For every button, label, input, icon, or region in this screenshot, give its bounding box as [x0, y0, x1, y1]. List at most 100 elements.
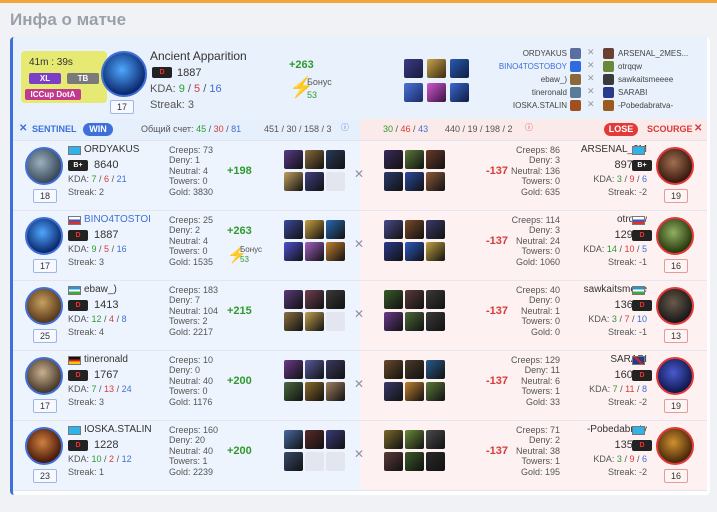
item-icon[interactable]	[305, 172, 324, 191]
item-icon[interactable]	[305, 220, 324, 239]
item-icon[interactable]	[405, 150, 424, 169]
item-icon[interactable]	[305, 242, 324, 261]
item-icon[interactable]	[384, 242, 403, 261]
item-icon[interactable]	[426, 242, 445, 261]
player-link[interactable]: IOSKA.STALIN	[513, 101, 567, 110]
item-icon[interactable]	[426, 290, 445, 309]
item-icon[interactable]	[305, 382, 324, 401]
item-icon[interactable]	[384, 360, 403, 379]
item-icon[interactable]	[450, 59, 469, 78]
player-name[interactable]: BINO4TOSTOI	[84, 214, 151, 225]
country-flag	[632, 356, 645, 365]
country-flag	[68, 286, 81, 295]
item-icon[interactable]	[384, 452, 403, 471]
player-link[interactable]: SARABI	[618, 88, 647, 97]
item-icon[interactable]	[405, 290, 424, 309]
player-link[interactable]: BINO4TOSTOBOY	[499, 62, 567, 71]
item-icon[interactable]	[284, 290, 303, 309]
item-icon[interactable]	[326, 220, 345, 239]
item-icon[interactable]	[326, 150, 345, 169]
player-link[interactable]: sawkaitsmeeee	[618, 75, 673, 84]
item-icon[interactable]	[326, 430, 345, 449]
hero-portrait-ancient-apparition[interactable]	[101, 51, 147, 97]
player-link[interactable]: tineronald	[532, 88, 567, 97]
item-icon[interactable]	[284, 360, 303, 379]
player-link[interactable]: ebaw_)	[541, 75, 567, 84]
item-icon[interactable]	[426, 430, 445, 449]
info-icon[interactable]: ⓘ	[525, 122, 533, 133]
hero-portrait[interactable]	[25, 147, 63, 185]
player-name[interactable]: tineronald	[84, 354, 128, 365]
item-icon[interactable]	[427, 59, 446, 78]
item-icon[interactable]	[305, 312, 324, 331]
player-name[interactable]: ORDYAKUS	[84, 144, 139, 155]
item-icon[interactable]	[284, 312, 303, 331]
item-icon[interactable]	[305, 360, 324, 379]
item-icon[interactable]	[384, 312, 403, 331]
item-icon[interactable]	[305, 150, 324, 169]
item-icon[interactable]	[384, 220, 403, 239]
item-icon[interactable]	[405, 172, 424, 191]
item-icon[interactable]	[405, 452, 424, 471]
item-icon[interactable]	[405, 360, 424, 379]
item-icon[interactable]	[326, 312, 345, 331]
item-icon[interactable]	[284, 242, 303, 261]
info-icon[interactable]: ⓘ	[341, 122, 349, 133]
hero-portrait[interactable]	[25, 357, 63, 395]
item-icon[interactable]	[326, 382, 345, 401]
player-name[interactable]: IOSKA.STALIN	[84, 424, 152, 435]
item-icon[interactable]	[284, 382, 303, 401]
item-icon[interactable]	[405, 312, 424, 331]
hero-portrait[interactable]	[656, 427, 694, 465]
hero-portrait[interactable]	[25, 427, 63, 465]
item-icon[interactable]	[426, 172, 445, 191]
item-icon[interactable]	[404, 83, 423, 102]
rating-loss: -137	[486, 305, 509, 317]
item-icon[interactable]	[384, 290, 403, 309]
item-icon[interactable]	[326, 360, 345, 379]
item-icon[interactable]	[405, 220, 424, 239]
item-icon[interactable]	[426, 382, 445, 401]
item-icon[interactable]	[284, 430, 303, 449]
hero-portrait[interactable]	[656, 287, 694, 325]
item-icon[interactable]	[326, 172, 345, 191]
item-icon[interactable]	[326, 242, 345, 261]
item-icon[interactable]	[404, 59, 423, 78]
rank-badge: D	[632, 230, 652, 241]
item-icon[interactable]	[426, 220, 445, 239]
item-icon[interactable]	[426, 150, 445, 169]
player-link[interactable]: -Pobedabratva-	[618, 101, 673, 110]
item-icon[interactable]	[284, 452, 303, 471]
player-link[interactable]: ORDYAKUS	[523, 49, 567, 58]
item-icon[interactable]	[426, 312, 445, 331]
item-icon[interactable]	[284, 220, 303, 239]
item-icon[interactable]	[326, 290, 345, 309]
item-icon[interactable]	[405, 382, 424, 401]
item-icon[interactable]	[384, 382, 403, 401]
hero-portrait[interactable]	[656, 147, 694, 185]
player-link[interactable]: otrqqw	[618, 62, 642, 71]
item-icon[interactable]	[384, 150, 403, 169]
bonus-value: 53	[240, 255, 249, 264]
item-icon[interactable]	[384, 172, 403, 191]
item-icon[interactable]	[405, 430, 424, 449]
player-link[interactable]: ARSENAL_2MES...	[618, 49, 688, 58]
item-icon[interactable]	[305, 290, 324, 309]
item-icon[interactable]	[326, 452, 345, 471]
item-icon[interactable]	[426, 452, 445, 471]
item-icon[interactable]	[284, 150, 303, 169]
scourge-player: -137 Creeps: 40 Deny: 0 Neutral: 1 Towers: …	[360, 281, 707, 350]
hero-portrait[interactable]	[25, 217, 63, 255]
player-name[interactable]: ebaw_)	[84, 284, 117, 295]
item-icon[interactable]	[405, 242, 424, 261]
item-icon[interactable]	[450, 83, 469, 102]
item-icon[interactable]	[427, 83, 446, 102]
hero-portrait[interactable]	[25, 287, 63, 325]
item-icon[interactable]	[426, 360, 445, 379]
hero-portrait[interactable]	[656, 357, 694, 395]
item-icon[interactable]	[305, 452, 324, 471]
hero-portrait[interactable]	[656, 217, 694, 255]
item-icon[interactable]	[284, 172, 303, 191]
item-icon[interactable]	[384, 430, 403, 449]
item-icon[interactable]	[305, 430, 324, 449]
